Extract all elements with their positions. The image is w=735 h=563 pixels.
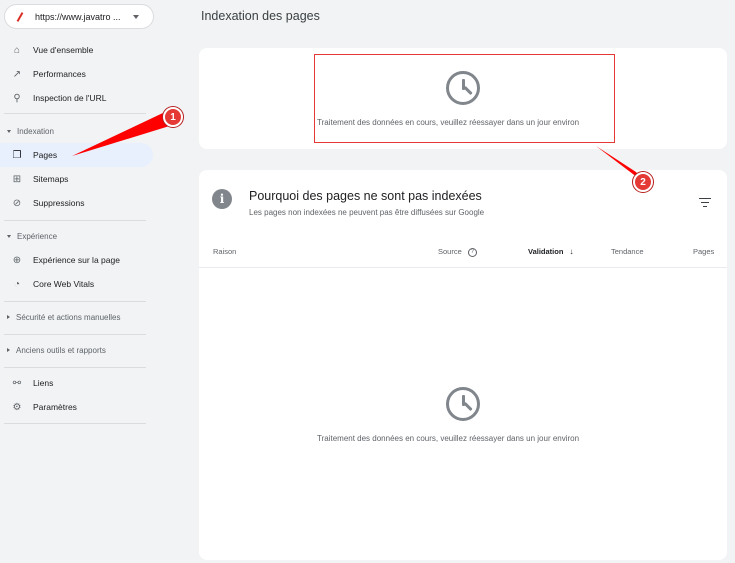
annotation-pointers [72,112,646,184]
annotation-badge-1: 1 [163,107,183,127]
annotation-badge-2: 2 [633,172,653,192]
pointer-1 [72,112,176,156]
